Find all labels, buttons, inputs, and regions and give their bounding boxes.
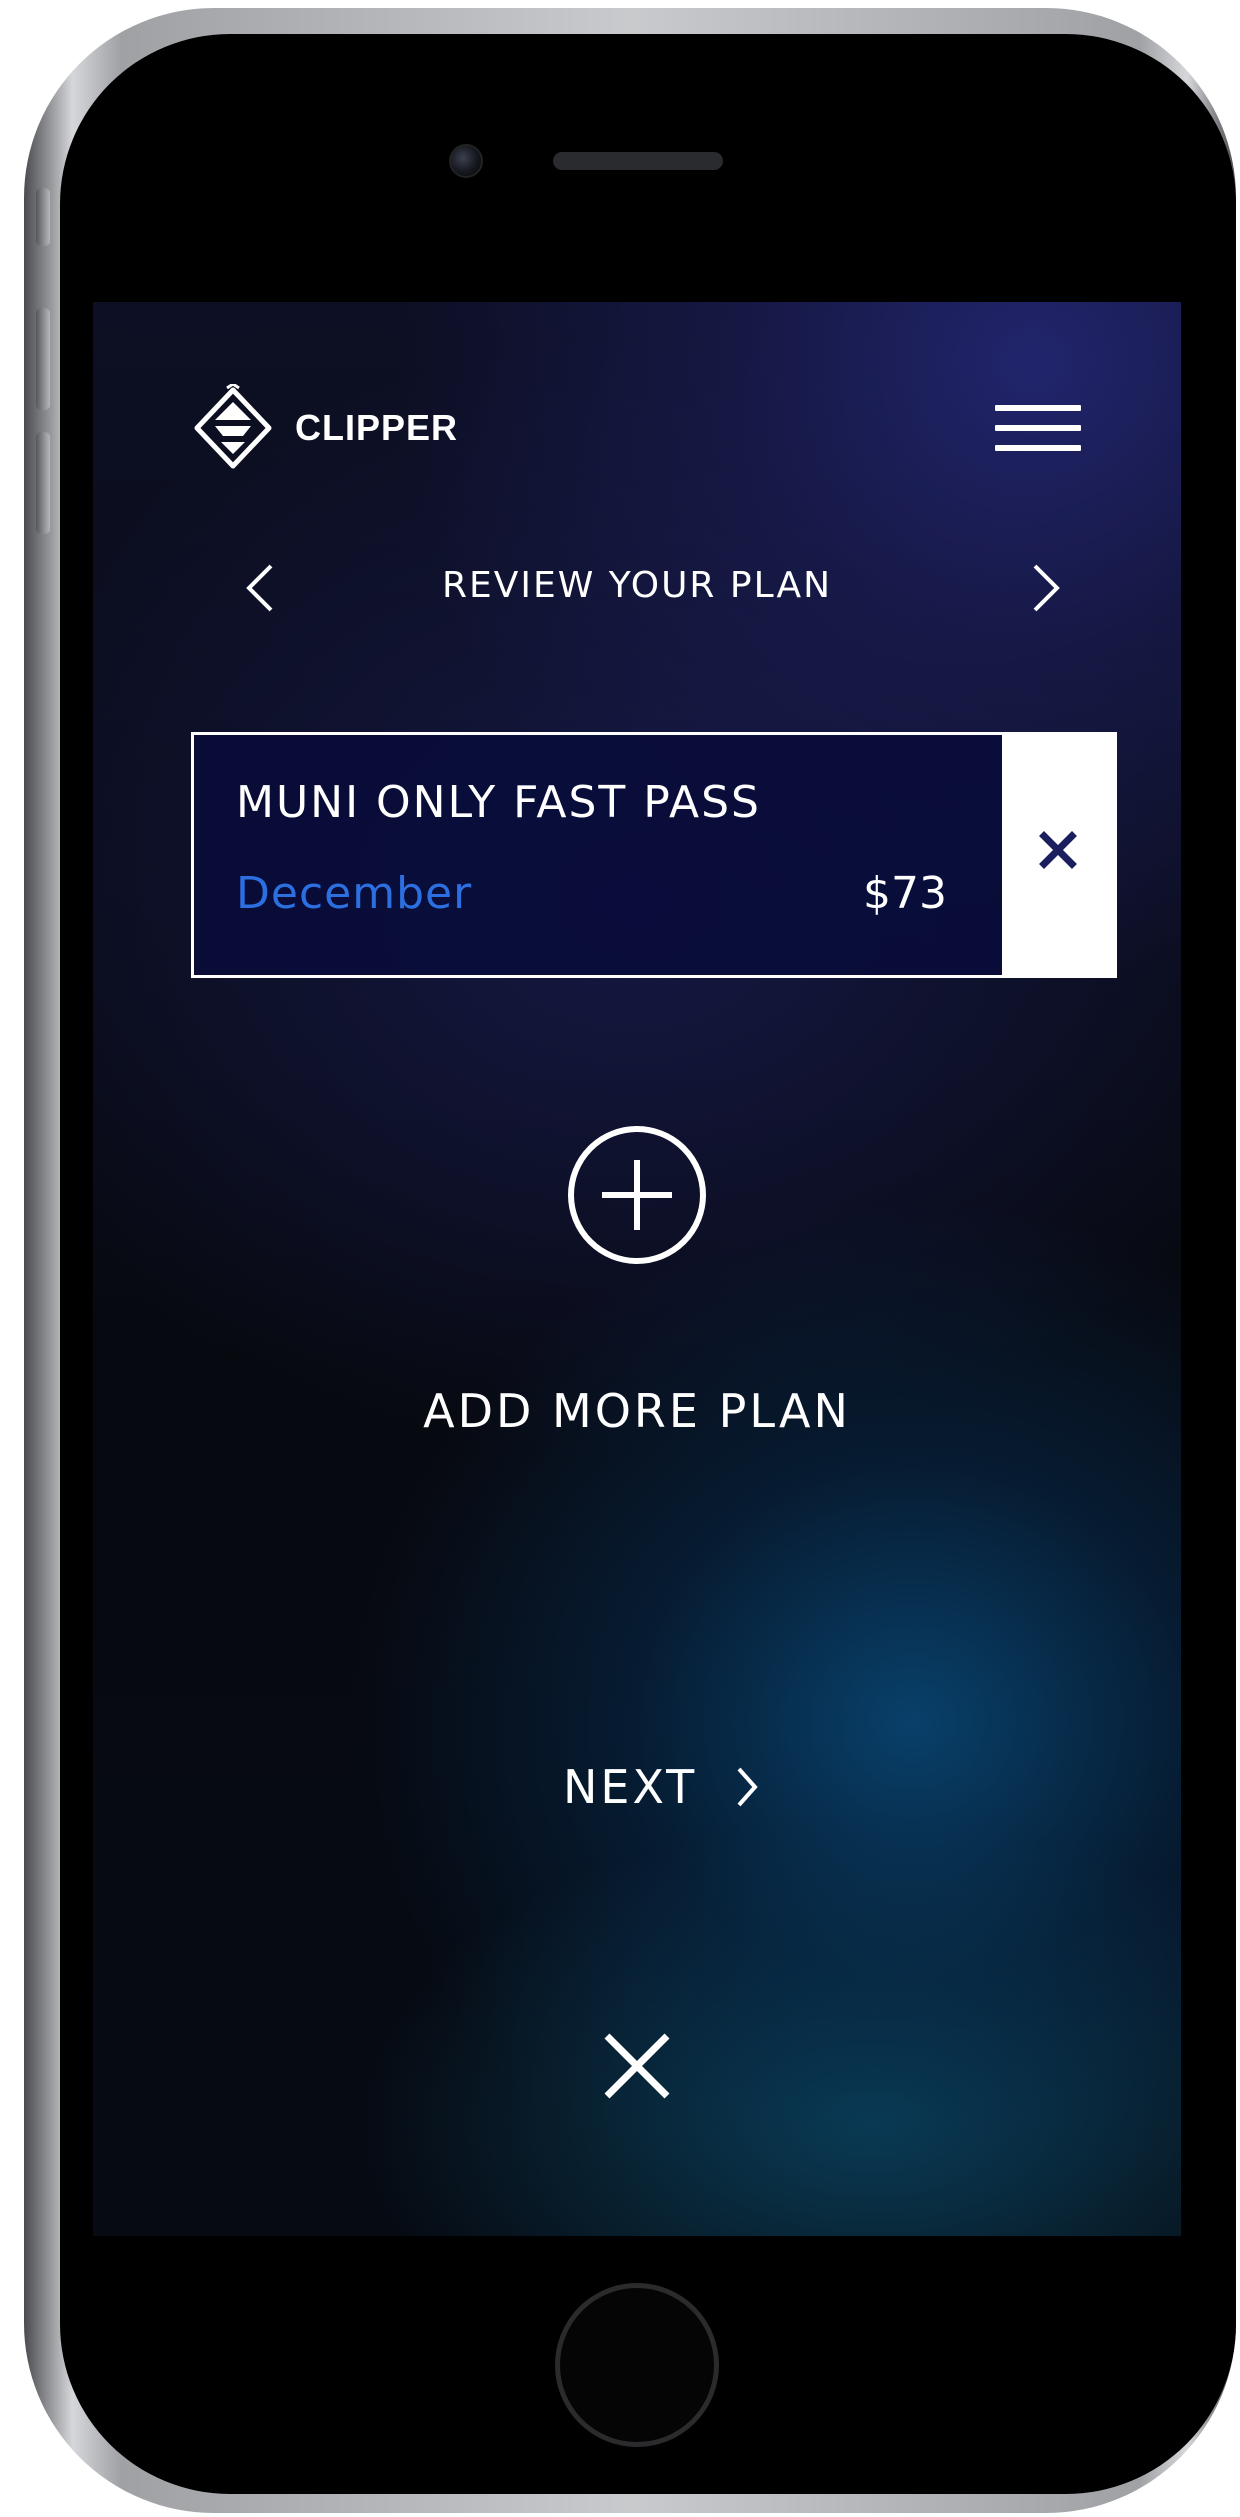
close-icon <box>1039 831 1077 869</box>
app-screen: CLIPPER REVIEW YOUR PLAN MUNI ONLY FAST … <box>93 302 1181 2236</box>
hamburger-menu-icon[interactable] <box>995 405 1081 457</box>
brand-name: CLIPPER <box>295 407 459 448</box>
plan-month: December <box>236 868 473 919</box>
chevron-right-icon[interactable] <box>1025 560 1065 616</box>
front-camera <box>449 144 483 178</box>
plan-card[interactable]: MUNI ONLY FAST PASS December $73 <box>191 732 1117 978</box>
clipper-logo[interactable]: CLIPPER <box>191 384 458 472</box>
plan-price: $73 <box>863 868 947 919</box>
volume-down-button <box>36 432 50 534</box>
volume-up-button <box>36 308 50 410</box>
close-icon[interactable] <box>597 2026 677 2106</box>
earpiece-speaker <box>553 152 723 170</box>
remove-plan-button[interactable] <box>1002 735 1114 975</box>
clipper-logo-icon <box>194 384 272 469</box>
add-more-plan-button[interactable]: ADD MORE PLAN <box>93 1384 1181 1438</box>
chevron-right-icon <box>737 1767 758 1807</box>
plan-name: MUNI ONLY FAST PASS <box>236 777 761 828</box>
mute-switch <box>36 188 50 246</box>
home-button[interactable] <box>555 2283 719 2447</box>
plus-circle-icon[interactable] <box>566 1124 708 1266</box>
page-title: REVIEW YOUR PLAN <box>441 565 833 606</box>
next-button[interactable]: NEXT <box>563 1760 761 1814</box>
next-label: NEXT <box>563 1760 698 1814</box>
